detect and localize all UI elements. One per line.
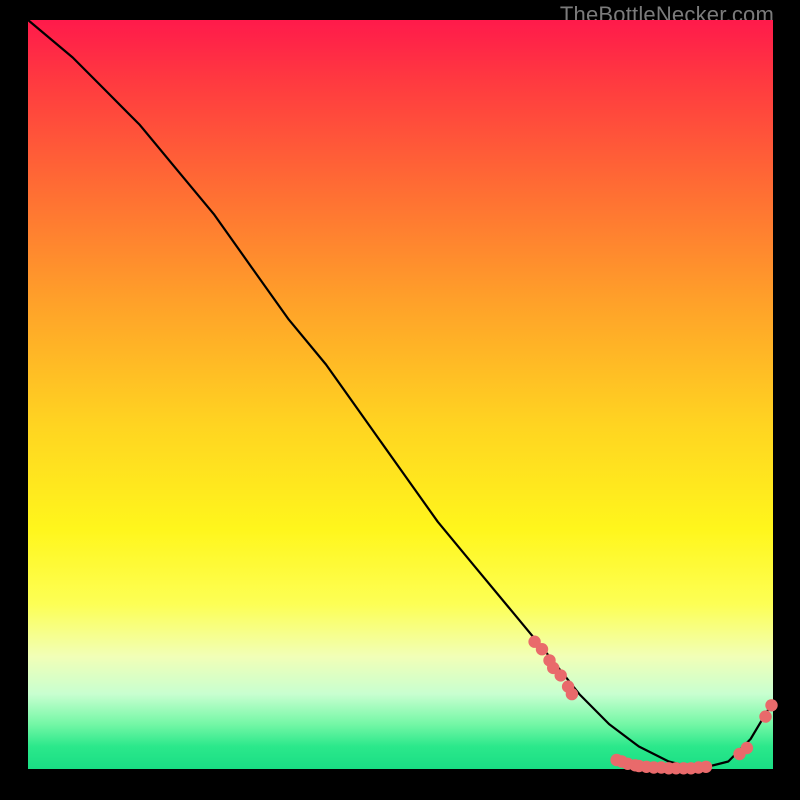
plot-svg <box>28 20 773 769</box>
data-marker <box>566 688 578 700</box>
data-marker <box>700 761 712 773</box>
data-marker <box>741 742 753 754</box>
data-marker <box>765 699 777 711</box>
bottleneck-curve <box>28 20 773 769</box>
data-marker <box>536 643 548 655</box>
chart-stage: TheBottleNecker.com <box>0 0 800 800</box>
plot-area <box>28 20 773 769</box>
data-marker <box>759 710 771 722</box>
data-marker <box>555 669 567 681</box>
